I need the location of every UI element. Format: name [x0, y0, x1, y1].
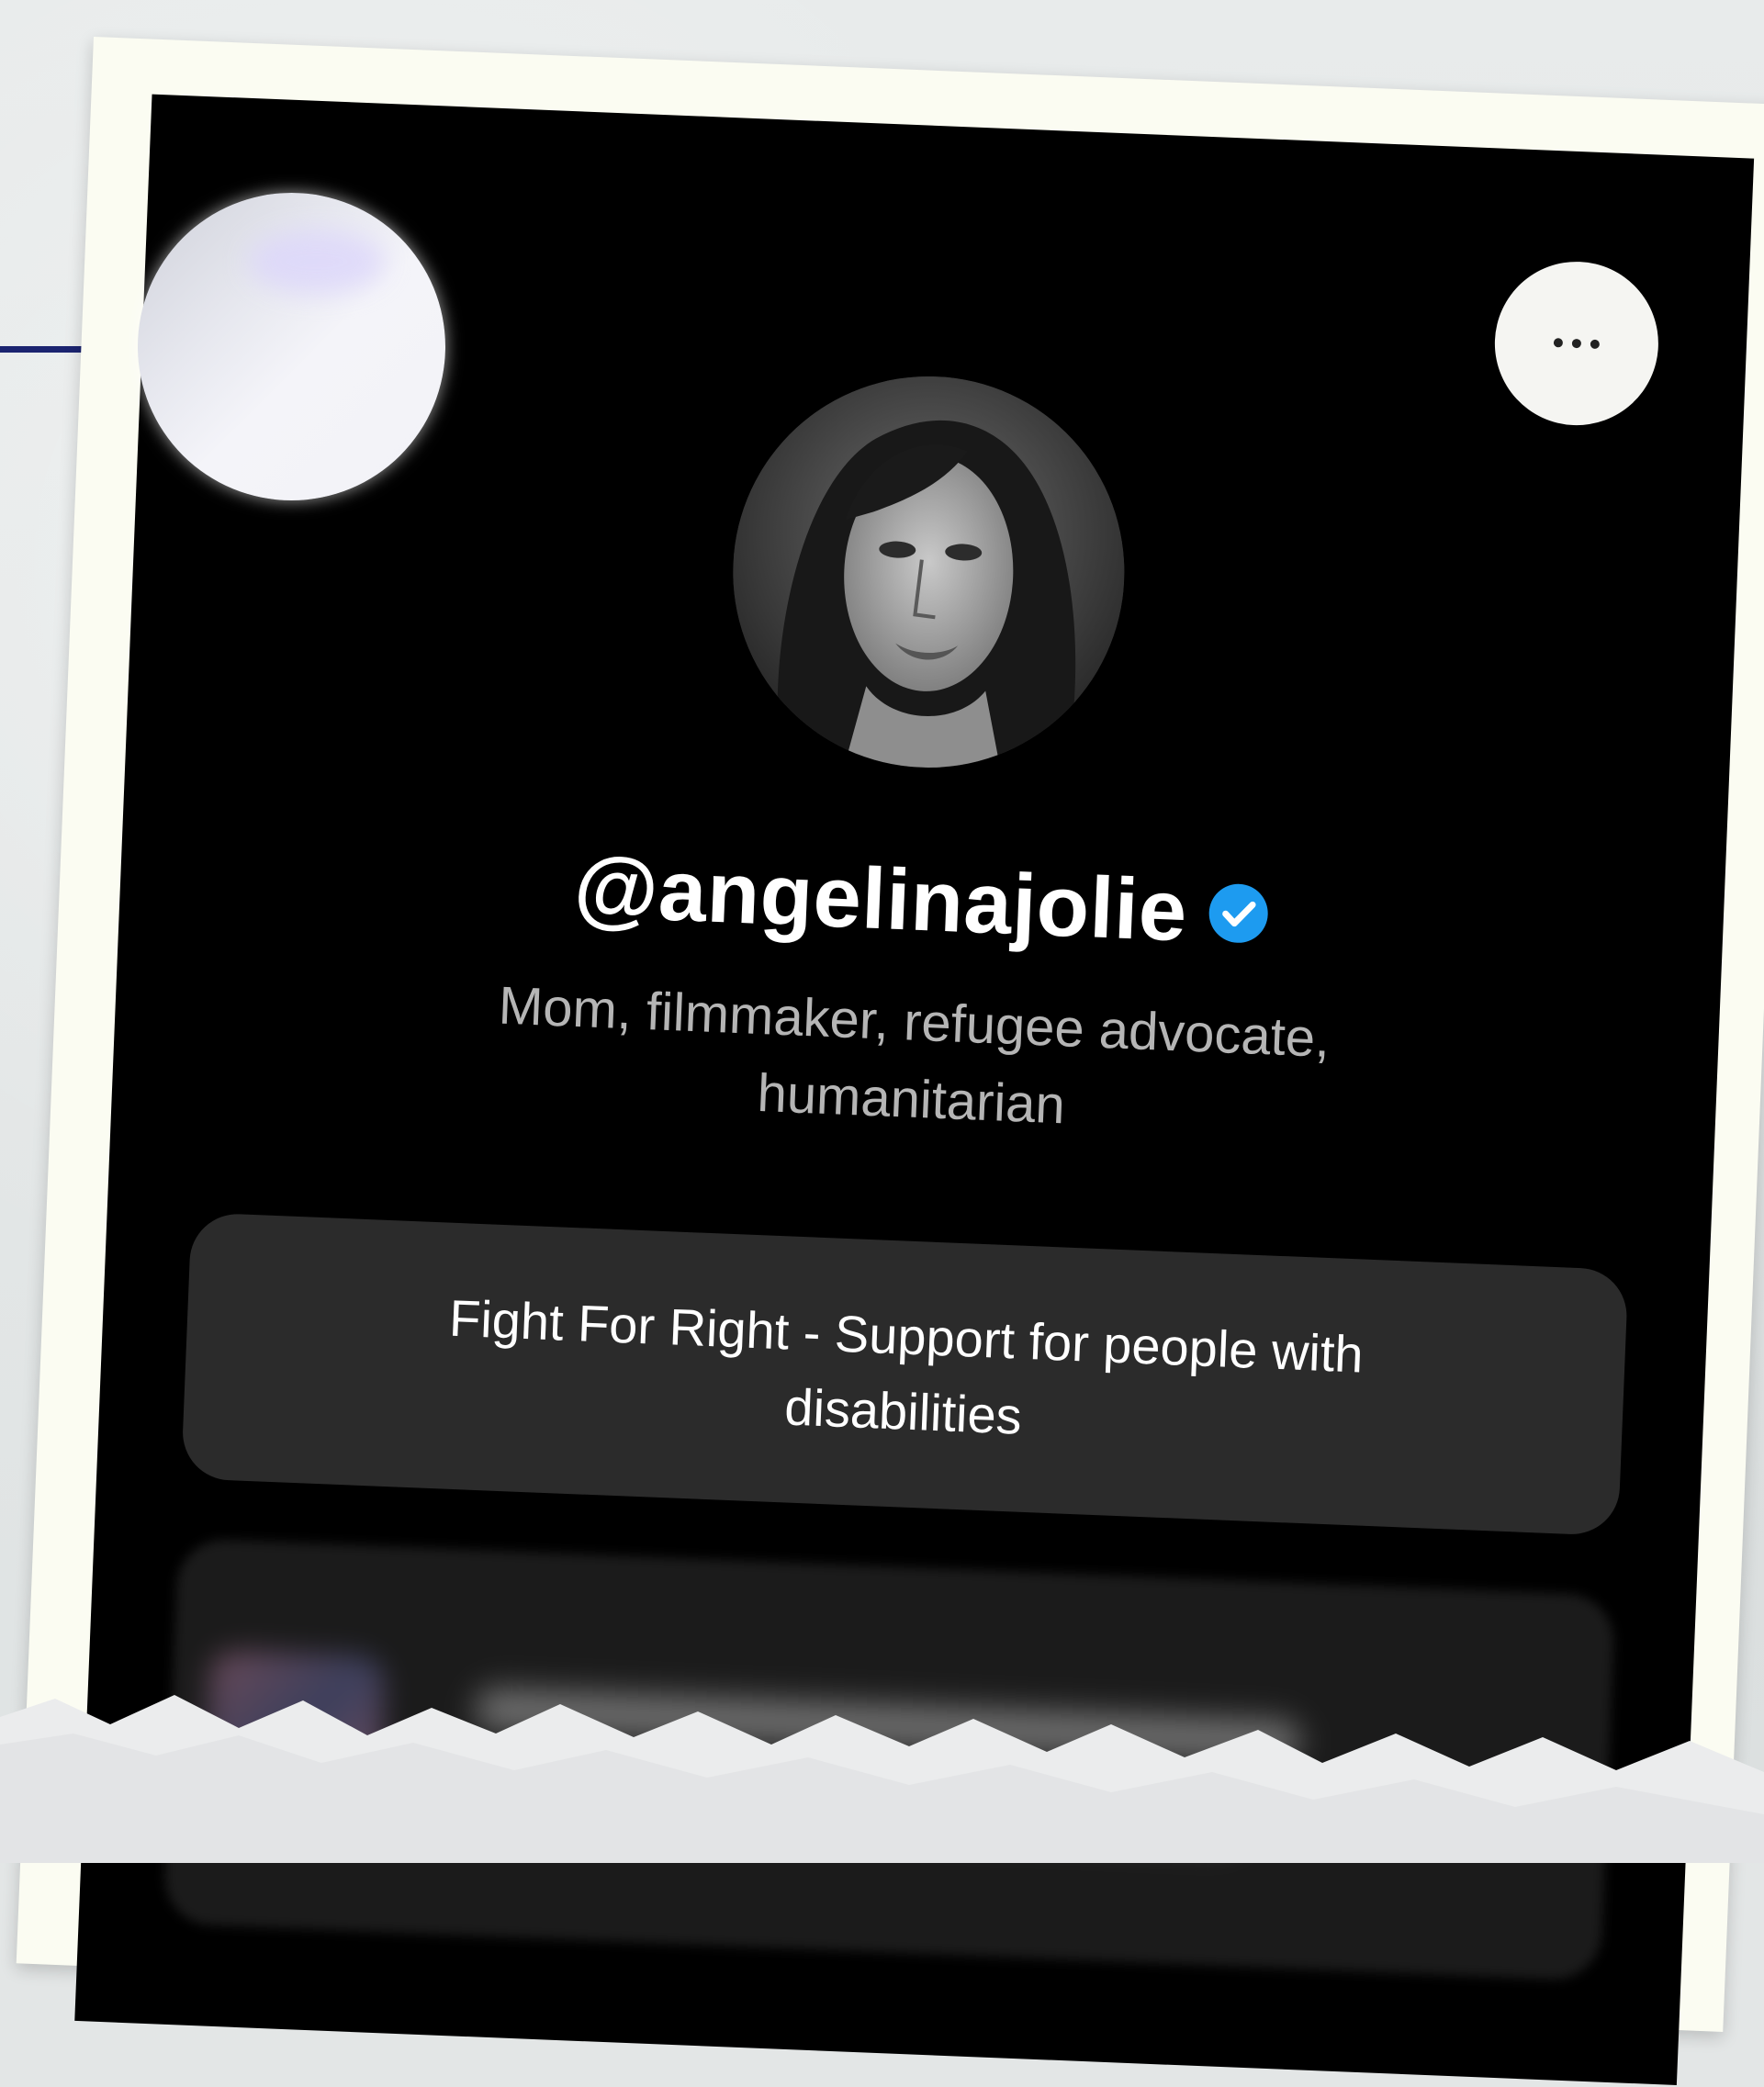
link-card-label: Fight For Right - Support for people wit… [448, 1288, 1365, 1445]
more-horizontal-icon [1553, 338, 1600, 349]
link-card-fight-for-right[interactable]: Fight For Right - Support for people wit… [181, 1212, 1629, 1536]
username: @angelinajolie [572, 837, 1189, 959]
avatar[interactable] [725, 368, 1132, 776]
more-options-button[interactable] [1491, 258, 1662, 429]
verified-badge-icon [1208, 883, 1268, 943]
username-row: @angelinajolie [119, 819, 1725, 982]
light-glare [138, 193, 445, 500]
torn-paper-edge [0, 1695, 1764, 1863]
profile-photo-icon [725, 368, 1132, 776]
profile-bio: Mom, filmmaker, refugee advocate, humani… [497, 975, 1331, 1136]
